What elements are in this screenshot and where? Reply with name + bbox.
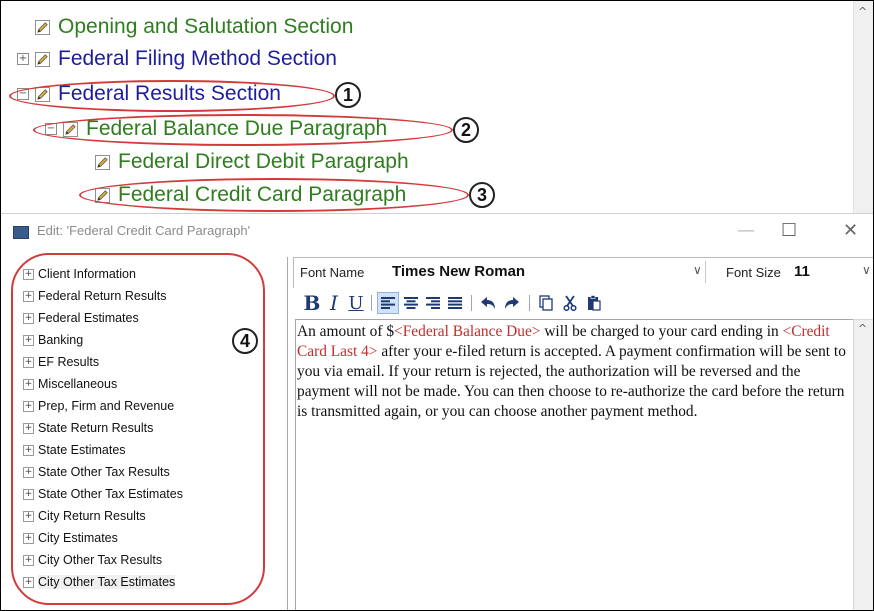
expand-icon[interactable]: + [17,53,29,65]
annotation-number: 1 [335,82,361,108]
paragraph-editor[interactable]: An amount of $<Federal Balance Due> will… [295,319,853,610]
font-name-select[interactable]: Times New Roman ∨ [389,261,706,283]
font-name-value: Times New Roman [392,263,526,280]
annotation-oval [11,253,265,605]
chevron-up-icon[interactable]: ^ [858,5,867,18]
field-token: <Federal Balance Due> [394,323,541,340]
cut-icon[interactable] [559,292,581,314]
chevron-down-icon[interactable]: ∨ [693,263,702,277]
pencil-icon [35,51,50,67]
edit-window: Edit: 'Federal Credit Card Paragraph' — … [1,213,873,610]
tree-item-federal-direct-debit[interactable]: Federal Direct Debit Paragraph [95,149,409,175]
title-bar: Edit: 'Federal Credit Card Paragraph' — … [1,214,873,250]
pencil-icon [35,19,50,35]
italic-button[interactable]: I [325,291,343,315]
font-size-value: 11 [794,263,810,280]
annotation-number: 3 [469,182,495,208]
align-left-icon[interactable] [377,292,399,314]
annotation-number: 4 [232,328,258,354]
paragraph-text: after your e-filed return is accepted. A… [297,343,846,420]
window-title: Edit: 'Federal Credit Card Paragraph' [37,223,251,238]
annotation-oval [9,80,335,112]
tree-item-opening-salutation[interactable]: Opening and Salutation Section [35,14,353,40]
paste-icon[interactable] [583,292,605,314]
tree-item-label: Opening and Salutation Section [58,15,354,38]
minimize-button[interactable]: — [737,220,755,241]
redo-icon[interactable] [501,292,523,314]
bold-button[interactable]: B [303,291,321,315]
copy-icon[interactable] [535,292,557,314]
tree-scrollbar[interactable]: ^ [853,1,873,213]
editor-pane: Font Name Times New Roman ∨ Font Size 11… [293,257,873,610]
font-size-label: Font Size [726,265,781,280]
tree-item-federal-filing-method[interactable]: + Federal Filing Method Section [17,46,337,72]
tree-item-label: Federal Filing Method Section [58,47,337,70]
align-center-icon[interactable] [401,292,421,314]
underline-button[interactable]: U [347,292,365,314]
chevron-down-icon[interactable]: ∨ [862,263,871,277]
toolbar-separator [529,295,530,311]
pencil-icon [95,154,110,170]
paragraph-text: will be charged to your card ending in [540,323,783,340]
editor-scrollbar[interactable]: ^ [853,319,873,610]
font-row: Font Name Times New Roman ∨ Font Size 11… [293,257,873,289]
annotation-number: 2 [453,117,479,143]
align-right-icon[interactable] [423,292,443,314]
close-button[interactable]: ✕ [843,220,858,241]
format-toolbar: B I U [293,288,873,318]
font-size-select[interactable]: 11 ∨ [790,261,873,283]
app-icon [13,226,29,239]
maximize-button[interactable]: ☐ [781,220,797,241]
font-name-label: Font Name [300,265,365,280]
paragraph-text: An amount of $ [297,323,395,340]
screenshot-frame: Opening and Salutation Section + Federal… [0,0,874,611]
toolbar-separator [471,295,472,311]
undo-icon[interactable] [477,292,499,314]
chevron-up-icon[interactable]: ^ [858,322,867,335]
template-tree: Opening and Salutation Section + Federal… [1,1,853,213]
annotation-oval [79,178,469,212]
justify-icon[interactable] [445,292,465,314]
annotation-oval [33,114,453,146]
toolbar-separator [371,295,372,311]
tree-item-label: Federal Direct Debit Paragraph [118,150,409,173]
